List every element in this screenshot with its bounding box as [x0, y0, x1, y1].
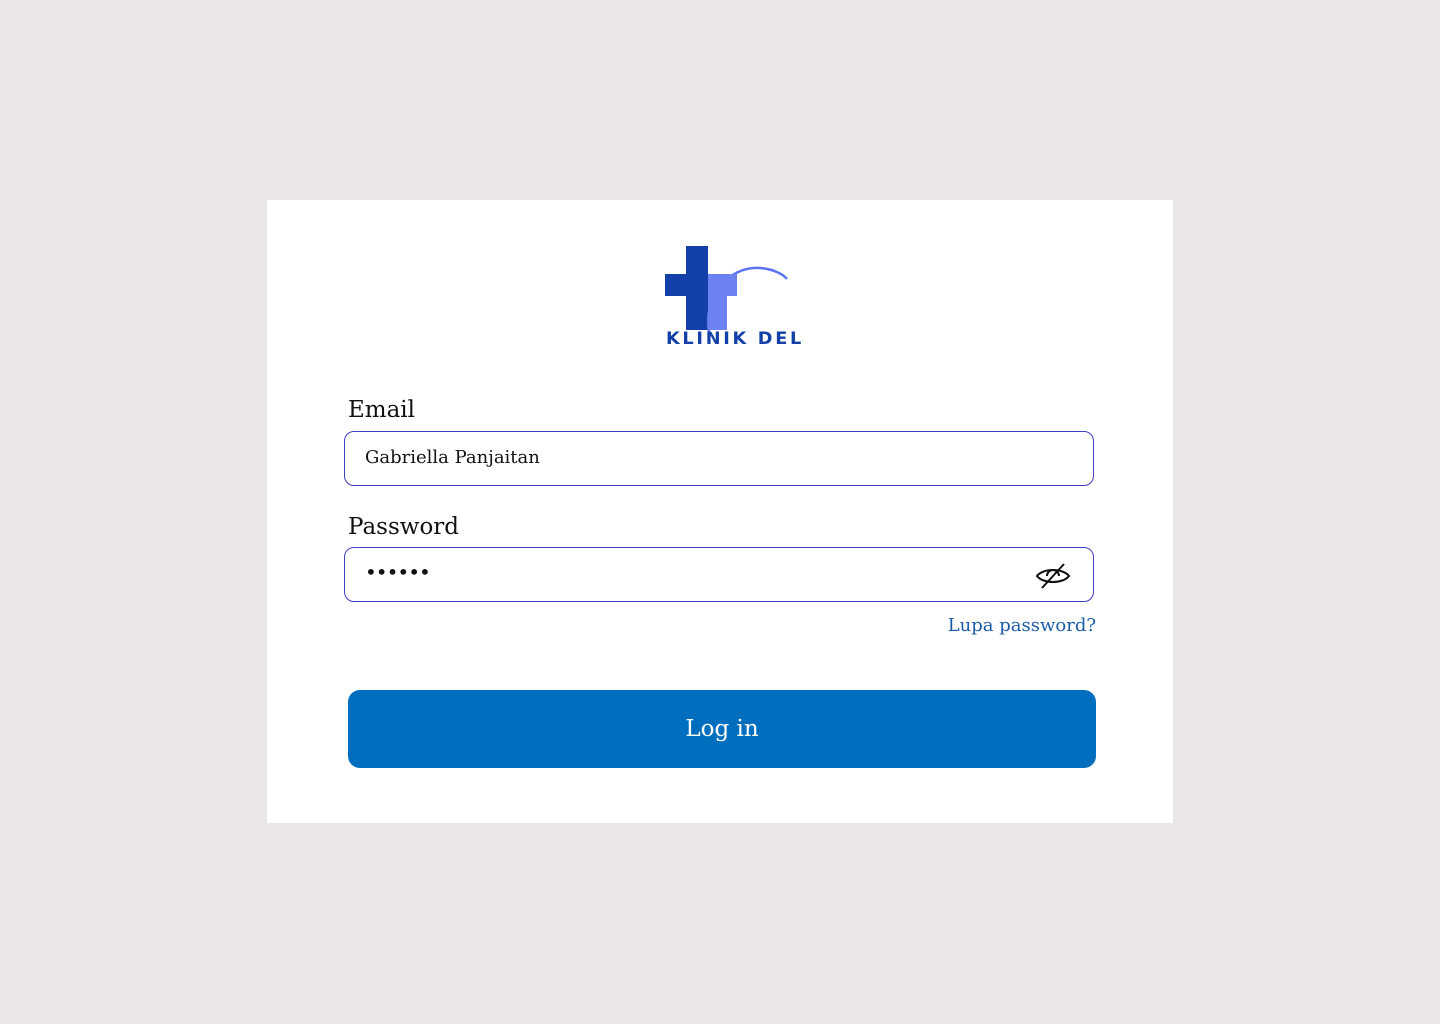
password-label: Password [348, 514, 460, 540]
forgot-password-link[interactable]: Lupa password? [948, 617, 1096, 635]
svg-text:KLINIK DEL: KLINIK DEL [666, 329, 804, 346]
email-field[interactable]: Gabriella Panjaitan [344, 431, 1094, 486]
eye-off-icon[interactable] [1035, 559, 1071, 591]
password-value: •••••• [365, 560, 431, 584]
email-label: Email [348, 397, 416, 423]
login-button[interactable]: Log in [348, 690, 1096, 768]
email-value: Gabriella Panjaitan [365, 447, 540, 468]
password-field[interactable]: •••••• [344, 547, 1094, 602]
login-card: KLINIK DEL Email Gabriella Panjaitan Pas… [267, 200, 1173, 823]
klinik-del-logo: KLINIK DEL [665, 246, 804, 346]
